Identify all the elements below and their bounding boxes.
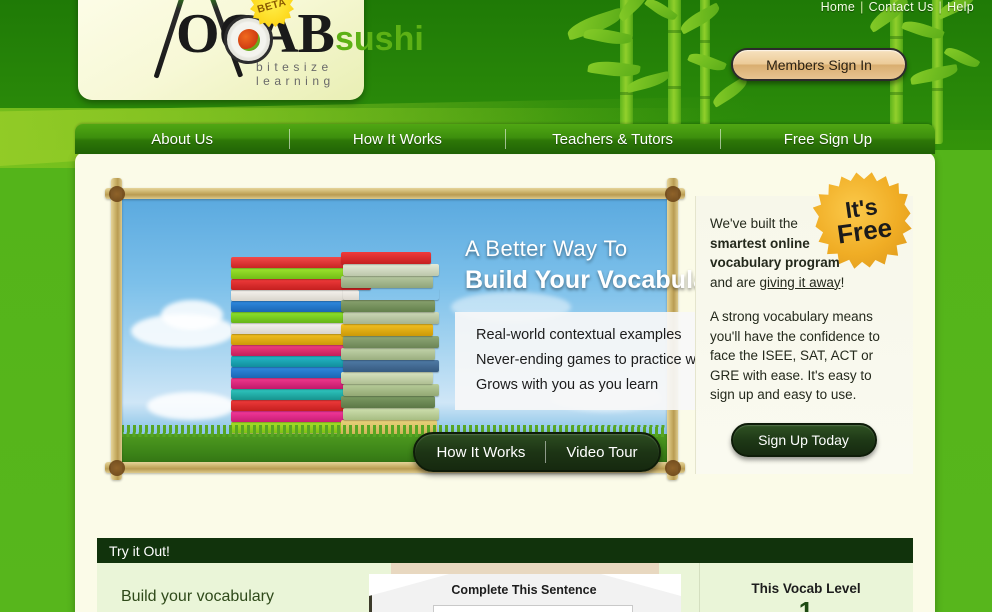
nav-item-how-it-works[interactable]: How It Works [290,131,504,148]
main-navigation: About Us How It Works Teachers & Tutors … [75,124,935,154]
content-panel: A Better Way To Build Your Vocabulary Re… [75,152,935,612]
members-sign-in-label: Members Sign In [766,56,872,73]
promo-text-a: We've built the [710,216,798,231]
beta-badge-label: BETA [256,0,288,16]
hero-cta-group: How It Works Video Tour [413,432,661,472]
logo-panel[interactable]: OCAB sushi bitesize learning [78,0,424,100]
nav-item-teachers-tutors[interactable]: Teachers & Tutors [506,131,720,148]
hero-banner: A Better Way To Build Your Vocabulary Re… [97,174,739,480]
sign-up-today-button[interactable]: Sign Up Today [730,422,877,457]
stack-of-colorful-books-icon [231,204,443,444]
sentence-answer-input[interactable] [433,605,633,612]
envelope-top-icon [391,563,659,574]
try-it-out-left-column: Build your vocabulary [97,563,349,612]
members-sign-in-button[interactable]: Members Sign In [731,48,907,81]
its-free-badge-line2: Free [835,211,894,250]
nav-item-about-us[interactable]: About Us [75,131,289,148]
promo-bold-2: vocabulary program [710,255,840,270]
promo-spacer [710,292,897,307]
nav-item-free-sign-up[interactable]: Free Sign Up [721,131,935,148]
try-it-out-body: Build your vocabulary Complete This Sent… [97,563,913,612]
nav-link-help[interactable]: Help [945,0,976,14]
complete-this-sentence-label: Complete This Sentence [451,583,597,597]
try-it-out-label: Try it Out! [109,542,170,559]
promo-text-c: ! [840,274,845,290]
nav-link-home[interactable]: Home [819,0,858,14]
try-it-out-column-divider [699,563,700,612]
utility-nav: Home | Contact Us | Help [819,0,976,14]
bamboo-knot-top-left [109,186,125,202]
video-tour-button[interactable]: Video Tour [546,444,657,461]
bamboo-knot-bottom-left [109,460,125,476]
try-it-out-exercise: Complete This Sentence [349,563,699,612]
nav-separator-1: | [860,0,864,14]
nav-separator-2: | [938,0,943,14]
bamboo-knot-bottom-right [665,460,681,476]
bamboo-frame-left [111,178,122,480]
try-it-out-right-column: This Vocab Level 1 [699,563,913,612]
promo-text-b: and are [710,274,760,290]
giving-it-away-link[interactable]: giving it away [760,275,841,290]
try-it-out-header: Try it Out! [97,538,913,563]
bamboo-frame-top [105,188,685,199]
promo-bold-1: smartest online [710,235,810,251]
vocab-level-label: This Vocab Level [751,581,861,596]
bamboo-knot-top-right [665,186,681,202]
try-it-out-left-text: Build your vocabulary [121,588,274,605]
logo-text-secondary: sushi [335,20,424,58]
how-it-works-button[interactable]: How It Works [416,444,545,461]
logo-tagline: bitesize learning [256,60,335,88]
nav-link-contact-us[interactable]: Contact Us [867,0,936,14]
vocab-level-value: 1 [798,596,814,612]
promo-paragraph-2: A strong vocabulary means you'll have th… [710,309,880,402]
sign-up-today-label: Sign Up Today [758,431,849,448]
